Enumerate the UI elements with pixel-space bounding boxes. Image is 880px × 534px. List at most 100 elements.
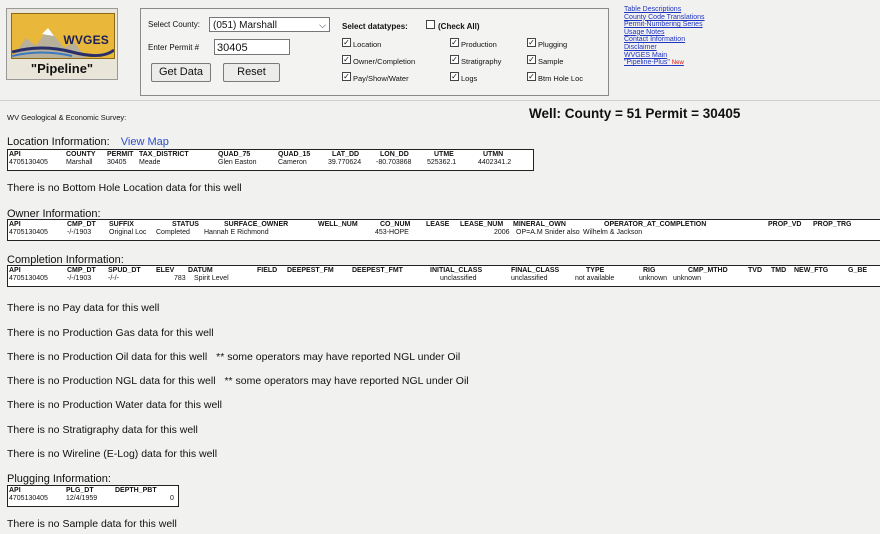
owner-cell: -/-/1903 [67,229,92,236]
owner-header: CMP_DT [67,221,96,228]
location-header: UTMN [483,151,504,158]
stratigraphy-message: There is no Stratigraphy data for this w… [7,424,198,436]
get-data-button[interactable]: Get Data [151,63,211,82]
logs-label: Logs [461,74,478,83]
county-value: (051) Marshall [213,20,277,31]
stratigraphy-checkbox[interactable]: ✓ [450,55,459,64]
help-links: Table Descriptions County Code Translati… [624,6,764,68]
completion-header: CMP_DT [67,267,96,274]
pay-message: There is no Pay data for this well [7,302,160,314]
link-pipeline-plus[interactable]: "Pipeline-Plus" [624,59,670,66]
plugging-title: Plugging Information: [7,473,111,485]
location-cell: Meade [139,159,161,166]
owner-header: MINERAL_OWN [513,221,566,228]
sample-checkbox[interactable]: ✓ [527,55,536,64]
wvges-logo[interactable]: WVGES "Pipeline" [6,8,118,80]
completion-cell: unknown [639,275,668,282]
completion-header: TMD [771,267,787,274]
completion-cell: 783 [174,275,186,282]
location-checkbox[interactable]: ✓ [342,38,351,47]
completion-header: G_BE [848,267,868,274]
query-form: Select County: (051) Marshall ⌵ Enter Pe… [140,8,609,96]
completion-cell: not available [575,275,615,282]
county-select[interactable]: (051) Marshall ⌵ [209,17,330,32]
view-map-link[interactable]: View Map [121,136,169,148]
completion-header: CMP_MTHD [688,267,728,274]
production-checkbox[interactable]: ✓ [450,38,459,47]
location-header: PERMIT [107,151,134,158]
btm-hole-loc-checkbox[interactable]: ✓ [527,72,536,81]
plugging-checkbox[interactable]: ✓ [527,38,536,47]
location-cell: Cameron [278,159,307,166]
plugging-cell: 12/4/1959 [66,495,98,502]
link-county-codes[interactable]: County Code Translations [624,14,764,22]
completion-cell: 4705130405 [9,275,48,282]
location-header: UTME [434,151,454,158]
production-label: Production [461,40,497,49]
link-table-descriptions[interactable]: Table Descriptions [624,6,764,14]
datatypes-label: Select datatypes: [342,22,408,31]
owner-header: CO_NUM [380,221,411,228]
completion-cell: unknown [673,275,702,282]
owner-header: API [9,221,21,228]
permit-label: Enter Permit # [148,43,200,52]
link-wvges-main[interactable]: WVGES Main [624,52,764,60]
location-cell: 4402341.2 [478,159,512,166]
owner-header: STATUS [172,221,199,228]
reset-button[interactable]: Reset [223,63,280,82]
completion-header: DEEPEST_FMT [352,267,403,274]
completion-header: FIELD [257,267,278,274]
new-badge: New [671,60,684,67]
logs-checkbox[interactable]: ✓ [450,72,459,81]
location-cell: 525362.1 [427,159,457,166]
owner-header: SUFFIX [109,221,134,228]
oil-message-text: There is no Production Oil data for this… [7,351,208,363]
check-all-label: (Check All) [438,22,480,31]
owner-cell: Hannah E Richmond [204,229,269,236]
owner-completion-checkbox[interactable]: ✓ [342,55,351,64]
location-header: QUAD_15 [278,151,311,158]
completion-cell: -/-/1903 [67,275,92,282]
location-cell: 30405 [107,159,127,166]
completion-header: DATUM [188,267,213,274]
owner-header: SURFACE_OWNER [224,221,289,228]
owner-header: PROP_VD [768,221,802,228]
link-disclaimer[interactable]: Disclaimer [624,44,764,52]
completion-header: API [9,267,21,274]
owner-cell: 4705130405 [9,229,48,236]
sample-label: Sample [538,57,564,66]
completion-header: FINAL_CLASS [511,267,560,274]
plugging-cell: 0 [170,495,174,502]
oil-message: There is no Production Oil data for this… [7,351,460,363]
link-contact-info[interactable]: Contact Information [624,36,764,44]
owner-completion-label: Owner/Completion [353,57,416,66]
link-permit-numbering[interactable]: Permit-Numbering Series [624,21,764,29]
completion-cell: Spirit Level [194,275,229,282]
completion-header: DEEPEST_FM [287,267,334,274]
permit-input[interactable]: 30405 [214,39,290,55]
completion-header: TYPE [586,267,605,274]
header-divider [0,100,880,101]
location-header: LAT_DD [332,151,360,158]
water-message: There is no Production Water data for th… [7,399,222,411]
link-usage-notes[interactable]: Usage Notes [624,29,764,37]
plugging-header: API [9,487,21,494]
chevron-down-icon: ⌵ [319,20,326,30]
plugging-header: PLG_DT [66,487,94,494]
plugging-cell: 4705130405 [9,495,48,502]
completion-cell: unclassified [440,275,477,282]
plugging-header: DEPTH_PBT [115,487,157,494]
completion-cell: -/-/- [108,275,119,282]
pay-show-water-checkbox[interactable]: ✓ [342,72,351,81]
location-cell: Glen Easton [218,159,257,166]
completion-header: SPUD_DT [108,267,141,274]
pipeline-subtitle: "Pipeline" [30,61,94,76]
stratigraphy-label: Stratigraphy [461,57,502,66]
btm-hole-loc-label: Btm Hole Loc [538,74,584,83]
owner-cell: Original Loc [109,229,147,236]
owner-header: OPERATOR_AT_COMPLETION [604,221,707,228]
plugging-label: Plugging [538,40,568,49]
ngl-note: ** some operators may have reported NGL … [224,375,469,387]
owner-cell: Wilhelm & Jackson [583,229,643,236]
check-all-checkbox[interactable] [426,20,435,29]
